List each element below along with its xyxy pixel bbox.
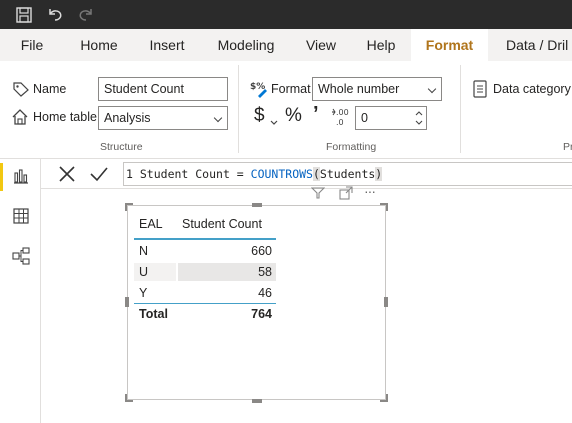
row-value: 660 xyxy=(251,244,272,258)
tab-file[interactable]: File xyxy=(6,29,58,61)
measure-name-field[interactable]: Student Count xyxy=(98,77,228,101)
row-label: Y xyxy=(139,286,148,300)
currency-icon[interactable]: $ xyxy=(254,105,265,127)
formula-prefix: Student Count = xyxy=(139,167,251,181)
percent-icon[interactable]: % xyxy=(285,105,302,127)
comma-icon[interactable]: ’ xyxy=(313,103,319,126)
tab-insert[interactable]: Insert xyxy=(142,29,192,61)
model-view-button[interactable] xyxy=(0,239,41,275)
tab-data-drill[interactable]: Data / Dril xyxy=(498,29,572,61)
resize-handle-right[interactable] xyxy=(384,297,388,307)
tab-format[interactable]: Format xyxy=(411,29,488,61)
home-table-dropdown[interactable]: Analysis xyxy=(98,106,228,130)
resize-handle-left[interactable] xyxy=(125,297,129,307)
total-row: Total 764 xyxy=(134,304,276,324)
total-label: Total xyxy=(139,307,168,321)
resize-handle-bottom-right[interactable] xyxy=(380,394,388,402)
svg-text:$%: $% xyxy=(250,82,265,92)
focus-mode-icon[interactable] xyxy=(339,186,353,202)
report-view-button[interactable] xyxy=(0,159,41,195)
total-value: 764 xyxy=(251,307,272,321)
formula-open-paren: ( xyxy=(312,167,320,181)
data-view-button[interactable] xyxy=(0,199,41,235)
ribbon-divider xyxy=(238,65,239,153)
row-label: N xyxy=(139,244,149,258)
row-value: 46 xyxy=(258,286,272,300)
row-label: U xyxy=(139,265,149,279)
ribbon-tabs: File Home Insert Modeling View Help Form… xyxy=(0,29,572,61)
name-tag-icon xyxy=(12,81,30,100)
tab-modeling[interactable]: Modeling xyxy=(208,29,284,61)
save-icon[interactable] xyxy=(14,5,34,25)
report-view-icon xyxy=(12,167,30,188)
redo-icon[interactable] xyxy=(76,5,96,25)
formula-bar: 1 Student Count = COUNTROWS(Students) xyxy=(41,159,572,189)
commit-icon[interactable] xyxy=(88,163,110,185)
data-category-label[interactable]: Data category xyxy=(493,82,571,96)
resize-handle-bottom-left[interactable] xyxy=(125,394,133,402)
data-category-icon xyxy=(472,80,488,101)
table-visual[interactable]: EAL Student Count N 660 U 58 Y 46 Total … xyxy=(127,205,386,400)
home-table-icon xyxy=(11,108,29,129)
format-icon: $% xyxy=(249,79,269,102)
table-row: N 660 xyxy=(134,241,276,261)
column-header-student-count[interactable]: Student Count xyxy=(182,217,262,231)
tab-view[interactable]: View xyxy=(300,29,342,61)
resize-handle-top-left[interactable] xyxy=(125,203,133,211)
header-rule xyxy=(134,238,276,240)
column-header-eal[interactable]: EAL xyxy=(139,217,163,231)
format-label: Format xyxy=(271,82,311,96)
tab-help[interactable]: Help xyxy=(360,29,402,61)
row-value: 58 xyxy=(258,265,272,279)
more-options-icon[interactable]: ··· xyxy=(364,183,376,199)
currency-dropdown-chevron[interactable] xyxy=(270,115,278,129)
dax-formula-input[interactable]: 1 Student Count = COUNTROWS(Students) xyxy=(123,162,572,186)
table-row: U 58 xyxy=(134,262,276,282)
resize-handle-top-right[interactable] xyxy=(380,203,388,211)
formula-argument: Students xyxy=(319,167,376,181)
table-row: Y 46 xyxy=(134,283,276,303)
model-view-icon xyxy=(11,246,30,268)
resize-handle-bottom[interactable] xyxy=(252,399,262,403)
data-view-icon xyxy=(12,207,30,228)
stepper-arrows-icon[interactable] xyxy=(415,109,423,130)
structure-group-label: Structure xyxy=(100,141,143,153)
formula-line-number: 1 xyxy=(126,167,133,181)
formatting-group-label: Formatting xyxy=(326,141,377,153)
resize-handle-top[interactable] xyxy=(252,203,262,207)
ribbon-divider xyxy=(460,65,461,153)
cancel-icon[interactable] xyxy=(56,163,78,185)
filter-icon[interactable] xyxy=(310,186,326,202)
undo-icon[interactable] xyxy=(45,5,65,25)
decimal-icon[interactable]: .00.0 xyxy=(330,107,350,130)
home-table-label: Home table xyxy=(33,110,97,124)
formula-function: COUNTROWS xyxy=(250,167,313,181)
title-bar xyxy=(0,0,572,29)
left-nav xyxy=(0,159,41,423)
properties-group-label: Pr xyxy=(563,141,572,153)
format-dropdown[interactable]: Whole number xyxy=(312,77,442,101)
svg-text:.00: .00 xyxy=(336,108,349,117)
tab-home[interactable]: Home xyxy=(74,29,124,61)
svg-text:.0: .0 xyxy=(336,118,344,127)
name-label: Name xyxy=(33,82,67,96)
formula-close-paren: ) xyxy=(375,167,383,181)
ribbon: Name Student Count Home table Analysis S… xyxy=(0,61,572,159)
